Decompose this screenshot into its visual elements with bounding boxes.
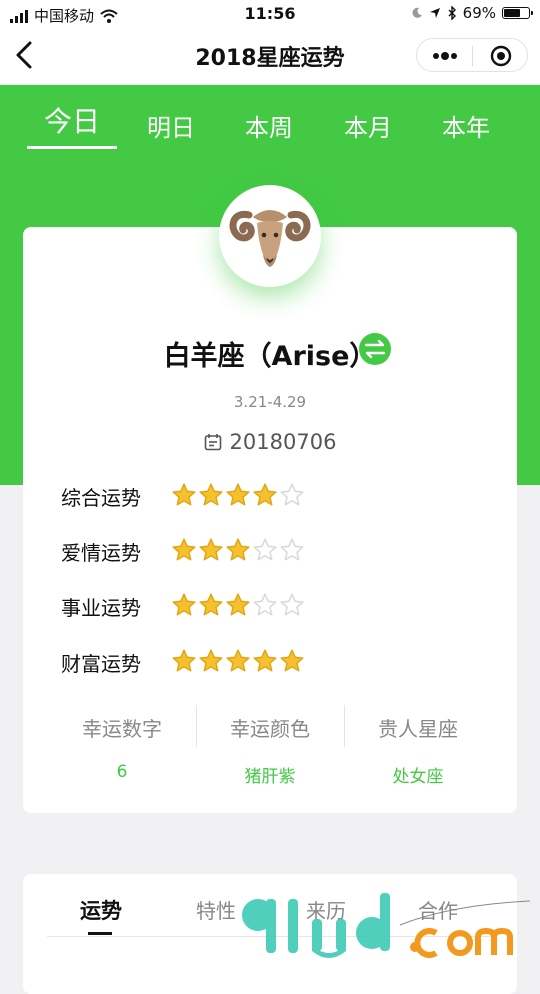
star-rating	[171, 592, 305, 618]
star-rating	[171, 537, 305, 563]
star-empty-icon	[253, 538, 277, 561]
tab-origin[interactable]: 来历	[306, 895, 346, 924]
navigation-bar: 2018星座运势	[0, 28, 540, 85]
star-filled-icon	[172, 483, 196, 506]
tab-divider	[47, 936, 497, 937]
lucky-color-value: 猪肝紫	[244, 767, 296, 787]
lucky-color-title: 幸运颜色	[230, 717, 310, 741]
star-empty-icon	[253, 593, 277, 616]
star-rating	[171, 482, 305, 508]
star-filled-icon	[226, 593, 250, 616]
current-date: 20180706	[0, 430, 540, 454]
lucky-number-title: 幸运数字	[82, 717, 162, 741]
star-rating	[171, 648, 305, 674]
star-filled-icon	[226, 649, 250, 672]
battery-percent: 69%	[462, 4, 496, 22]
star-filled-icon	[226, 483, 250, 506]
star-empty-icon	[280, 538, 304, 561]
noble-sign-value: 处女座	[392, 767, 444, 787]
moon-icon	[412, 7, 422, 18]
period-tabs: 今日 明日 本周 本月 本年	[0, 100, 540, 152]
tab-year[interactable]: 本年	[421, 108, 511, 143]
tab-traits[interactable]: 特性	[196, 895, 236, 924]
swap-arrows-icon[interactable]	[358, 332, 392, 366]
fortune-label: 爱情运势	[61, 541, 141, 565]
star-filled-icon	[280, 649, 304, 672]
star-filled-icon	[172, 649, 196, 672]
sign-date-range: 3.21-4.29	[233, 393, 307, 411]
star-filled-icon	[253, 483, 277, 506]
mini-program-capsule	[416, 38, 528, 72]
star-filled-icon	[199, 538, 223, 561]
target-icon[interactable]	[490, 45, 512, 67]
sign-name: 白羊座（Arise）	[163, 341, 377, 372]
star-filled-icon	[199, 593, 223, 616]
tab-month[interactable]: 本月	[323, 108, 413, 143]
star-empty-icon	[280, 593, 304, 616]
ram-icon	[229, 210, 311, 267]
bluetooth-icon	[448, 6, 456, 20]
star-filled-icon	[172, 538, 196, 561]
more-dots-icon[interactable]	[432, 47, 458, 65]
active-tab-indicator	[88, 932, 112, 935]
current-date-value: 20180706	[229, 430, 337, 454]
star-filled-icon	[226, 538, 250, 561]
calendar-icon	[204, 434, 221, 451]
sign-avatar	[219, 185, 321, 287]
capsule-divider	[472, 46, 473, 66]
star-filled-icon	[253, 649, 277, 672]
tab-tomorrow[interactable]: 明日	[126, 108, 216, 143]
status-bar: 中国移动 11:56 69%	[0, 0, 540, 28]
tab-compatibility[interactable]: 合作	[418, 895, 458, 924]
fortune-label: 事业运势	[61, 596, 141, 620]
fortune-label: 财富运势	[61, 652, 141, 676]
star-filled-icon	[199, 483, 223, 506]
tab-week[interactable]: 本周	[224, 108, 314, 143]
tab-fortune[interactable]: 运势	[80, 895, 122, 925]
star-filled-icon	[172, 593, 196, 616]
location-icon	[429, 8, 440, 18]
star-empty-icon	[280, 483, 304, 506]
tab-today[interactable]: 今日	[27, 100, 117, 149]
fortune-label: 综合运势	[61, 486, 141, 510]
noble-sign-title: 贵人星座	[378, 717, 458, 741]
lucky-number-value: 6	[116, 762, 128, 782]
star-filled-icon	[199, 649, 223, 672]
battery-icon	[502, 7, 533, 19]
